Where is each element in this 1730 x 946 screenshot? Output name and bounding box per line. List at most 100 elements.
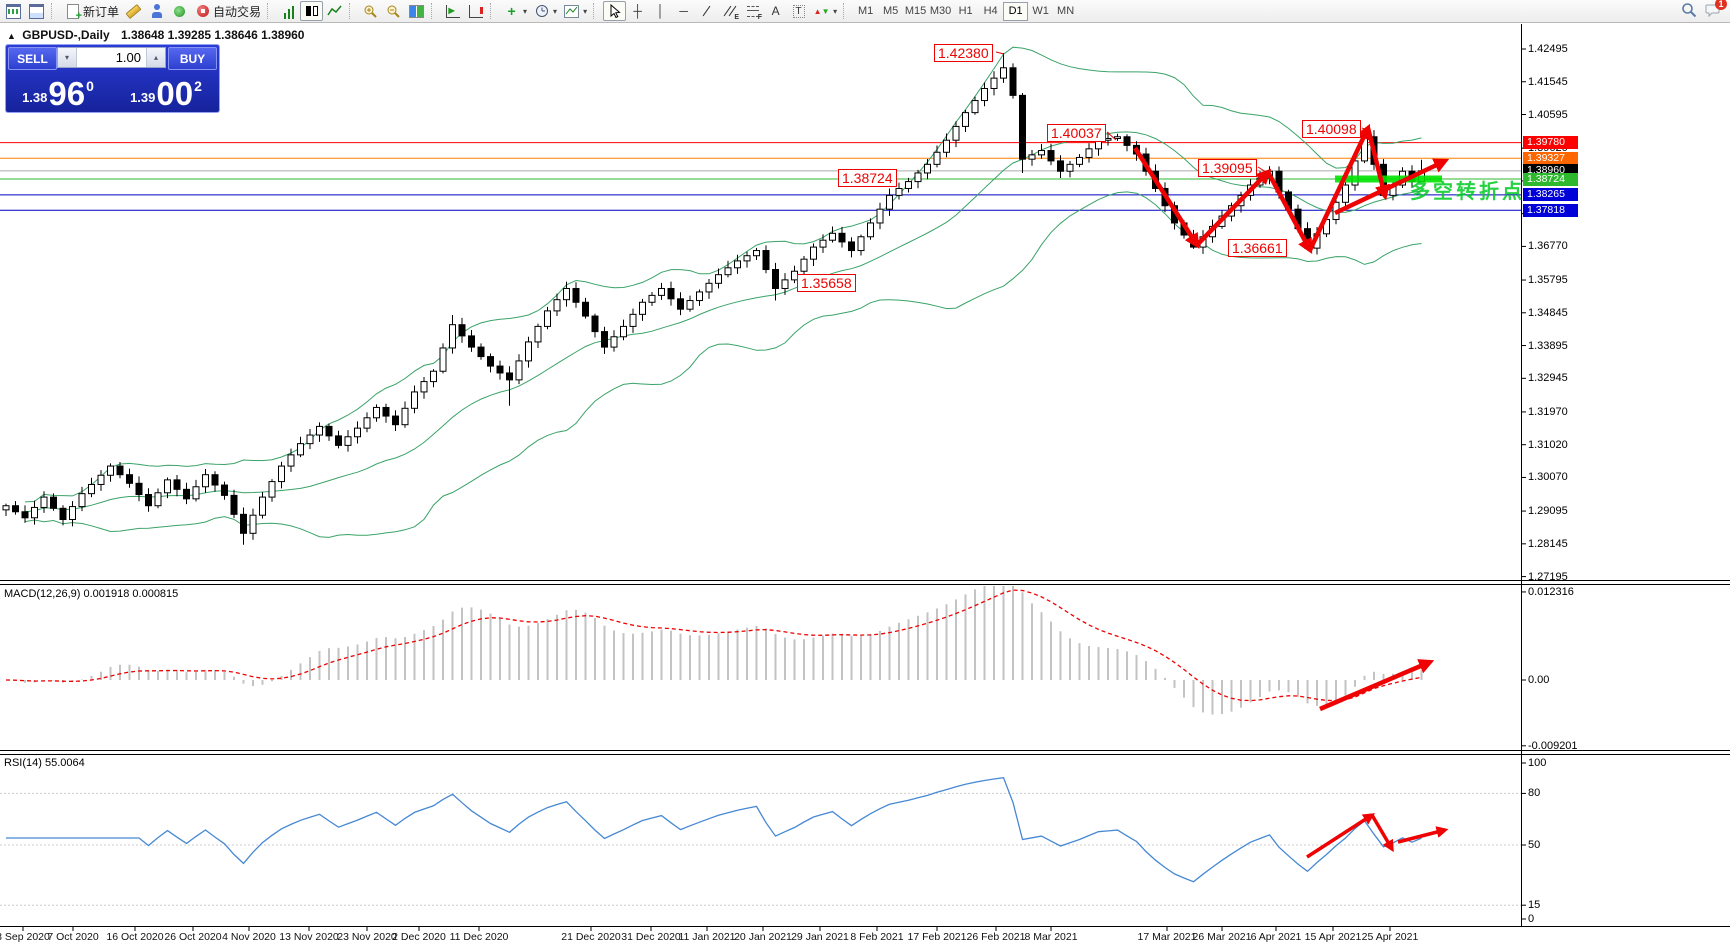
price-callout-label[interactable]: 1.35658 [797,274,856,292]
bollinger-bands [25,47,1422,537]
timeframe-h1-button[interactable]: H1 [953,2,978,21]
text-label-icon: T [790,3,807,19]
toolbar-crosshair-button[interactable]: ┼ [626,1,649,21]
volume-decrease-button[interactable]: ▾ [58,48,77,67]
volume-increase-button[interactable]: ▴ [146,48,165,67]
toolbar-text-button[interactable]: A [764,1,787,21]
toolbar-trendline-button[interactable] [695,1,718,21]
trendline-icon [698,3,715,19]
chart-bars-icon [280,3,297,19]
axis-tick-label: 1.32945 [1528,372,1568,384]
horizontal-price-lines [0,143,1521,211]
axis-tick-label: -0.009201 [1528,740,1578,752]
toolbar-auto-scroll-button[interactable]: ▶ [441,1,464,21]
price-callout-label[interactable]: 1.36661 [1228,239,1287,257]
chart-symbol-period: GBPUSD-,Daily [22,28,109,42]
crosshair-icon: ┼ [629,3,646,19]
price-callout-label[interactable]: 1.40098 [1302,120,1361,138]
toolbar-vertical-line-button[interactable]: │ [649,1,672,21]
price-callout-label[interactable]: 1.38724 [838,169,897,187]
profiles-icon [28,3,45,19]
price-callout-label[interactable]: 1.39095 [1198,159,1257,177]
date-tick-label: 17 Mar 2021 [1138,931,1197,943]
date-tick-label: 29 Jan 2021 [791,931,849,943]
timeframe-m5-button[interactable]: M5 [878,2,903,21]
toolbar-chart-shift-button[interactable] [464,1,487,21]
toolbar-chart-bars-button[interactable] [277,1,300,21]
toolbar-buttons: +新订单 自动交易 ▶ +▾ ▾ ▾ ┼│─ EFAT▲▼▾ [2,1,853,21]
timeframe-toolbar: M1M5M15M30H1H4D1W1MN [853,2,1078,21]
text-icon: A [767,3,784,19]
date-tick-label: 4 Nov 2020 [222,931,276,943]
chat-icon[interactable]: 1 [1705,2,1722,18]
toolbar-channel-button[interactable]: E [718,1,741,21]
sell-button[interactable]: SELL [8,47,57,70]
toolbar-editor-button[interactable] [122,1,145,21]
editor-icon [125,3,142,19]
rsi-trend-arrow[interactable] [1307,815,1372,857]
toolbar-autotrading-button[interactable]: 自动交易 [191,1,264,21]
toolbar-cursor-button[interactable] [603,1,626,21]
date-tick-label: 25 Apr 2021 [1362,931,1419,943]
toolbar-chart-line-button[interactable] [323,1,346,21]
annotation-text[interactable]: 多空转折点 [1410,175,1525,204]
axis-tick-label: 1.40595 [1528,109,1568,121]
toolbar-separator [431,3,437,19]
price-callout-label[interactable]: 1.42380 [934,44,993,62]
timeframe-m1-button[interactable]: M1 [853,2,878,21]
toolbar-horizontal-line-button[interactable]: ─ [672,1,695,21]
toolbar-periods-button[interactable]: ▾ [530,1,560,21]
price-level-chip: 1.39780 [1523,136,1578,149]
toolbar-fibonacci-button[interactable]: F [741,1,764,21]
toolbar-chart-candles-button[interactable] [300,1,323,21]
axis-tick-label: 80 [1528,787,1540,799]
toolbar-tile-windows-button[interactable] [405,1,428,21]
axis-tick-label: 1.36770 [1528,240,1568,252]
axis-tick-label: 1.29095 [1528,505,1568,517]
toolbar-indicators-button[interactable]: +▾ [500,1,530,21]
timeframe-m30-button[interactable]: M30 [928,2,953,21]
search-icon[interactable] [1680,2,1697,18]
buy-price: 1.39 00 2 [114,70,218,110]
timeframe-w1-button[interactable]: W1 [1028,2,1053,21]
rsi-trend-arrow[interactable] [1398,830,1445,842]
toolbar-new-chart-button[interactable] [2,1,25,21]
toolbar-zoom-out-button[interactable] [382,1,405,21]
toolbar-experts-button[interactable] [145,1,168,21]
macd-label: MACD(12,26,9) 0.001918 0.000815 [4,588,178,600]
volume-input[interactable] [77,48,146,67]
chart-ohlc-values: 1.38648 1.39285 1.38646 1.38960 [121,28,305,42]
collapse-icon[interactable]: ▲ [7,31,16,41]
trend-arrow[interactable] [1310,128,1368,250]
toolbar-profiles-button[interactable] [25,1,48,21]
axis-tick-label: 1.31970 [1528,406,1568,418]
toolbar-separator [843,3,849,19]
timeframe-mn-button[interactable]: MN [1053,2,1078,21]
buy-button[interactable]: BUY [168,47,217,70]
trend-arrow[interactable] [1197,172,1268,245]
toolbar-new-order-button[interactable]: +新订单 [61,1,122,21]
date-tick-label: 15 Apr 2021 [1305,931,1362,943]
toolbar-templates-button[interactable]: ▾ [560,1,590,21]
axis-tick-label: 15 [1528,899,1540,911]
chevron-down-icon: ▾ [553,7,557,16]
templates-icon [563,3,580,19]
axis-tick-label: 0.012316 [1528,586,1574,598]
timeframe-h4-button[interactable]: H4 [978,2,1003,21]
price-callout-label[interactable]: 1.40037 [1047,124,1106,142]
periods-icon [533,3,550,19]
toolbar-zoom-in-button[interactable] [359,1,382,21]
toolbar-alerts-button[interactable] [168,1,191,21]
toolbar-right: 1 [1680,2,1722,18]
toolbar-arrows-button[interactable]: ▲▼▾ [810,1,840,21]
toolbar-separator [490,3,496,19]
toolbar-text-label-button[interactable]: T [787,1,810,21]
alerts-icon [171,3,188,19]
chevron-down-icon: ▾ [583,7,587,16]
timeframe-d1-button[interactable]: D1 [1003,2,1028,21]
timeframe-m15-button[interactable]: M15 [903,2,928,21]
cursor-icon [606,3,623,19]
chart-shift-icon [467,3,484,19]
macd-indicator [6,586,1422,715]
pane-borders [0,24,1730,931]
